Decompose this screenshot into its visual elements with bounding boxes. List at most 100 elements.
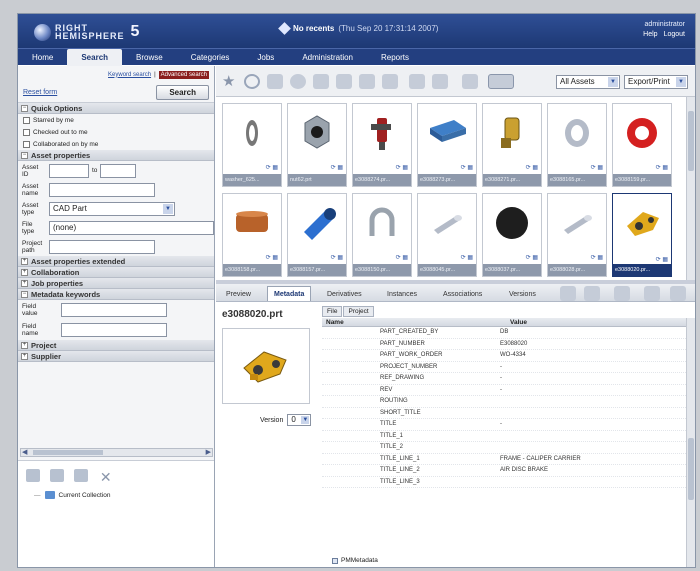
tab-metadata[interactable]: Metadata bbox=[267, 286, 312, 301]
asset-name-input[interactable] bbox=[49, 182, 155, 197]
tab-versions[interactable]: Versions bbox=[509, 287, 536, 302]
tab-file[interactable]: File bbox=[322, 306, 343, 317]
advanced-search-link[interactable]: Advanced search bbox=[158, 70, 209, 79]
field-name-input[interactable] bbox=[61, 323, 167, 337]
asset-actions-icon[interactable]: ⟳ ▦ bbox=[266, 254, 278, 261]
asset-card[interactable]: ⟳ ▦ e3088037.pr... bbox=[482, 193, 542, 277]
scroll-left-icon[interactable]: ◀ bbox=[22, 448, 27, 456]
asset-card[interactable]: ⟳ ▦ washer_625... bbox=[222, 103, 282, 187]
asset-actions-icon[interactable]: ⟳ ▦ bbox=[591, 164, 603, 171]
export-icon[interactable] bbox=[644, 286, 660, 301]
checkbox-collaborated[interactable]: Collaborated on by me bbox=[18, 138, 214, 150]
scroll-right-icon[interactable]: ▶ bbox=[206, 448, 211, 456]
tab-preview[interactable]: Preview bbox=[226, 287, 251, 302]
asset-card[interactable]: ⟳ ▦ e3088045.pr... bbox=[417, 193, 477, 277]
print-icon[interactable] bbox=[670, 286, 686, 301]
asset-card[interactable]: ⟳ ▦ e3088028.pr... bbox=[547, 193, 607, 277]
asset-id-from-input[interactable] bbox=[49, 163, 89, 178]
asset-actions-icon[interactable]: ⟳ ▦ bbox=[656, 164, 668, 171]
grid-icon[interactable] bbox=[584, 286, 600, 301]
collection-edit-icon[interactable] bbox=[50, 469, 65, 482]
asset-actions-icon[interactable]: ⟳ ▦ bbox=[591, 254, 603, 261]
section-collaboration[interactable]: + Collaboration bbox=[18, 267, 214, 278]
nav-categories[interactable]: Categories bbox=[177, 49, 244, 66]
reset-form-link[interactable]: Reset form bbox=[23, 89, 57, 96]
nav-jobs[interactable]: Jobs bbox=[243, 49, 288, 66]
asset-actions-icon[interactable]: ⟳ ▦ bbox=[526, 164, 538, 171]
scrollbar-thumb[interactable] bbox=[33, 450, 103, 455]
scrollbar-thumb[interactable] bbox=[688, 438, 694, 500]
asset-card[interactable]: ⟳ ▦ e3088159.pr... bbox=[612, 103, 672, 187]
asset-id-to-input[interactable] bbox=[100, 163, 137, 178]
move-icon[interactable] bbox=[382, 74, 398, 89]
file-type-select[interactable]: (none) bbox=[49, 220, 214, 235]
nav-browse[interactable]: Browse bbox=[122, 49, 177, 66]
close-icon[interactable]: ✕ bbox=[99, 470, 113, 484]
collection-add-icon[interactable] bbox=[26, 469, 40, 482]
asset-actions-icon[interactable]: ⟳ ▦ bbox=[331, 254, 343, 261]
section-project[interactable]: + Project bbox=[18, 340, 214, 351]
asset-card[interactable]: ⟳ ▦ e3088020.pr... bbox=[612, 193, 672, 277]
tree-item-current-collection[interactable]: — Current Collection bbox=[34, 491, 111, 499]
asset-card[interactable]: ⟳ ▦ e3088158.pr... bbox=[222, 193, 282, 277]
asset-type-select[interactable]: CAD Part ▼ bbox=[49, 201, 175, 216]
checkbox[interactable] bbox=[23, 128, 30, 136]
keyword-search-link[interactable]: Keyword search bbox=[108, 72, 151, 78]
checkout-icon[interactable] bbox=[267, 74, 283, 89]
section-quick-options[interactable]: − Quick Options bbox=[18, 103, 214, 114]
asset-actions-icon[interactable]: ⟳ ▦ bbox=[526, 254, 538, 261]
asset-card[interactable]: ⟳ ▦ e3088165.pr... bbox=[547, 103, 607, 187]
nav-administration[interactable]: Administration bbox=[288, 49, 367, 66]
asset-card[interactable]: ⟳ ▦ e3088273.pr... bbox=[417, 103, 477, 187]
pm-metadata-node[interactable]: PMMetadata bbox=[332, 557, 378, 564]
share-icon[interactable] bbox=[313, 74, 329, 89]
grid-scrollbar[interactable] bbox=[686, 97, 695, 280]
star-icon[interactable]: ★ bbox=[222, 74, 238, 89]
no-icon[interactable] bbox=[244, 74, 260, 89]
section-supplier[interactable]: + Supplier bbox=[18, 351, 214, 362]
asset-actions-icon[interactable]: ⟳ ▦ bbox=[331, 164, 343, 171]
search-button[interactable]: Search bbox=[156, 85, 209, 100]
help-link[interactable]: Help bbox=[643, 31, 657, 38]
cancel-icon[interactable] bbox=[290, 74, 306, 89]
scrollbar-thumb[interactable] bbox=[688, 111, 694, 171]
asset-card[interactable]: ⟳ ▦ e3088157.pr... bbox=[287, 193, 347, 277]
checkbox-checked-out[interactable]: Checked out to me bbox=[18, 126, 214, 138]
section-asset-properties[interactable]: − Asset properties bbox=[18, 150, 214, 161]
asset-filter-select[interactable]: All Assets ▼ bbox=[556, 75, 620, 89]
download-icon[interactable] bbox=[336, 74, 352, 89]
nav-search[interactable]: Search bbox=[67, 48, 123, 66]
asset-actions-icon[interactable]: ⟳ ▦ bbox=[461, 164, 473, 171]
section-metadata-keywords[interactable]: − Metadata keywords bbox=[18, 289, 214, 300]
copy-icon[interactable] bbox=[359, 74, 375, 89]
edit-icon[interactable] bbox=[614, 286, 630, 301]
logout-link[interactable]: Logout bbox=[664, 31, 685, 38]
asset-card[interactable]: ⟳ ▦ e3088150.pr... bbox=[352, 193, 412, 277]
table-scrollbar[interactable] bbox=[686, 318, 695, 567]
section-job-properties[interactable]: + Job properties bbox=[18, 278, 214, 289]
checkbox[interactable] bbox=[23, 140, 30, 148]
checkbox-starred[interactable]: Starred by me bbox=[18, 114, 214, 126]
project-path-input[interactable] bbox=[49, 239, 155, 254]
asset-actions-icon[interactable]: ⟳ ▦ bbox=[461, 254, 473, 261]
section-asset-properties-extended[interactable]: + Asset properties extended bbox=[18, 256, 214, 267]
image-icon[interactable] bbox=[409, 74, 425, 89]
asset-card[interactable]: ⟳ ▦ e3088271.pr... bbox=[482, 103, 542, 187]
asset-card[interactable]: ⟳ ▦ nut62.prt bbox=[287, 103, 347, 187]
recents-dropdown[interactable]: No recents (Thu Sep 20 17:31:14 2007) bbox=[278, 22, 438, 35]
asset-actions-icon[interactable]: ⟳ ▦ bbox=[396, 164, 408, 171]
field-value-input[interactable] bbox=[61, 303, 167, 317]
tab-project[interactable]: Project bbox=[343, 306, 374, 317]
asset-actions-icon[interactable]: ⟳ ▦ bbox=[396, 254, 408, 261]
grid-view-icon[interactable] bbox=[488, 74, 514, 89]
chart-icon[interactable] bbox=[560, 286, 576, 301]
nav-home[interactable]: Home bbox=[18, 49, 67, 66]
list-view-icon[interactable] bbox=[462, 74, 478, 89]
version-select[interactable]: 0 ▼ bbox=[287, 414, 312, 426]
tab-derivatives[interactable]: Derivatives bbox=[327, 287, 362, 302]
tab-associations[interactable]: Associations bbox=[443, 287, 482, 302]
tab-instances[interactable]: Instances bbox=[387, 287, 417, 302]
asset-actions-icon[interactable]: ⟳ ▦ bbox=[266, 164, 278, 171]
horizontal-scrollbar[interactable]: ◀ ▶ bbox=[20, 448, 213, 457]
export-print-select[interactable]: Export/Print ▼ bbox=[624, 75, 688, 89]
